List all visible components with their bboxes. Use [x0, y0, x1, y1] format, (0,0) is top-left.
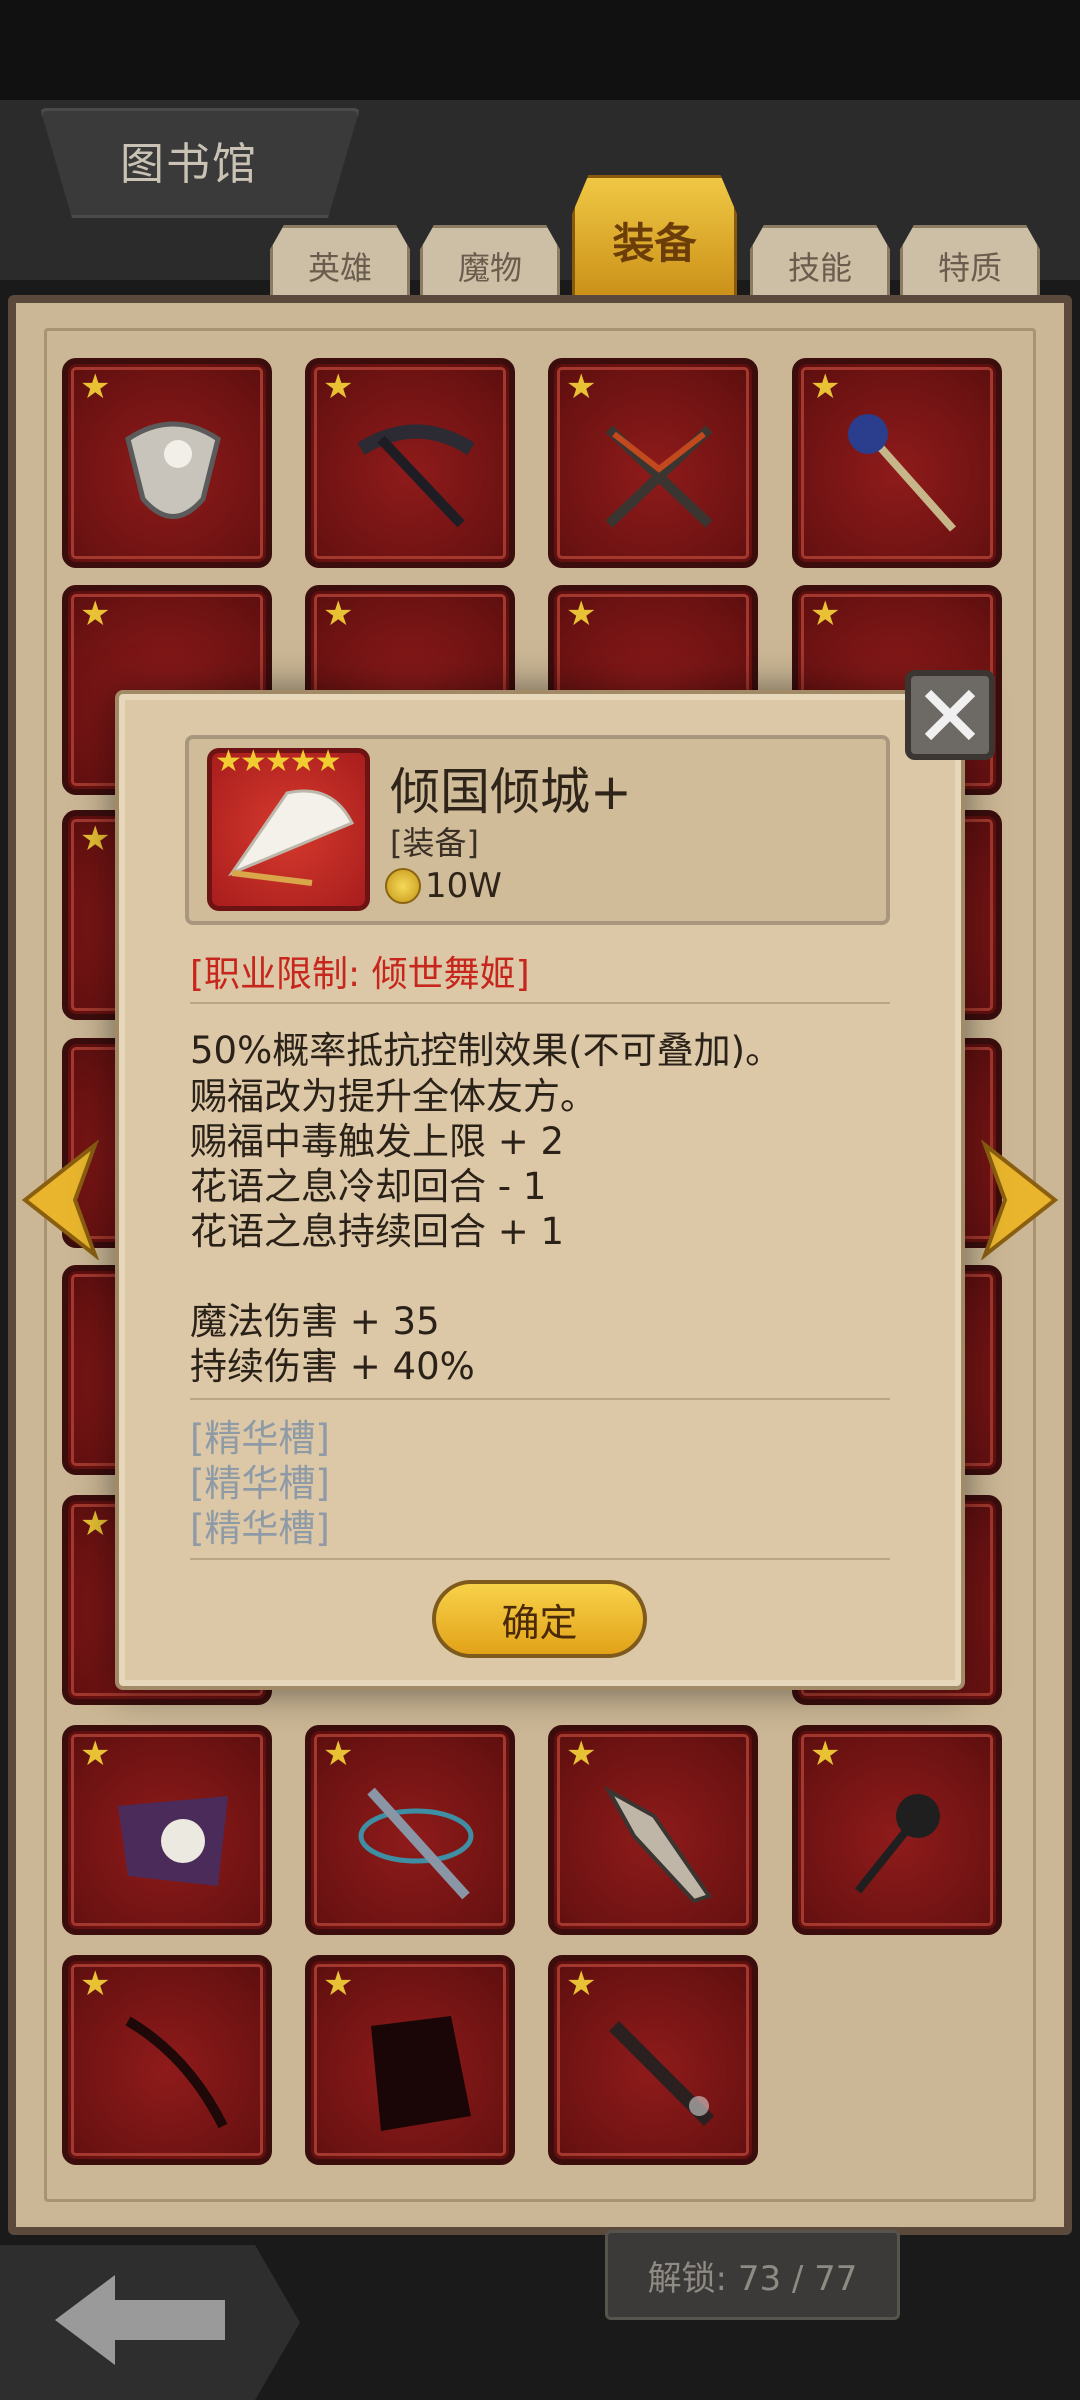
divider: [190, 1398, 890, 1400]
previous-arrow-icon[interactable]: [15, 1140, 105, 1260]
equipment-slot[interactable]: ★: [305, 1955, 515, 2165]
close-icon: [924, 689, 976, 741]
star-icon: ★: [810, 367, 841, 407]
equipment-slot[interactable]: ★: [792, 358, 1002, 568]
equipment-slot[interactable]: ★: [305, 358, 515, 568]
status-bar: [0, 0, 1080, 100]
item-type: [装备]: [390, 824, 479, 862]
star-icon: ★: [80, 1734, 111, 1774]
equipment-slot[interactable]: ★: [792, 1725, 1002, 1935]
equipment-slot[interactable]: ★: [548, 1955, 758, 2165]
bow-silhouette-icon: [125, 2016, 228, 2129]
item-name: 倾国倾城+: [390, 763, 632, 821]
sword-silhouette-icon: [609, 2021, 714, 2126]
star-icon: ★: [80, 594, 111, 634]
confirm-button[interactable]: 确定: [432, 1580, 647, 1658]
star-icon: ★: [566, 367, 597, 407]
back-button[interactable]: [0, 2245, 300, 2400]
equipment-slot[interactable]: ★: [305, 1725, 515, 1935]
equipment-slot[interactable]: ★: [548, 1725, 758, 1935]
divider: [190, 1002, 890, 1004]
star-icon: ★: [323, 594, 354, 634]
divider: [190, 1558, 890, 1560]
tab-equipment[interactable]: 装备: [572, 175, 737, 305]
scythe-icon: [358, 1787, 474, 1900]
stat-line: 持续伤害 + 40%: [190, 1345, 475, 1388]
drill-lance-icon: [603, 1785, 713, 1904]
star-icon: ★: [566, 1734, 597, 1774]
star-icon: ★: [323, 1964, 354, 2004]
star-icon: ★: [80, 367, 111, 407]
shield-icon: [125, 421, 221, 519]
description-line: 花语之息持续回合 + 1: [190, 1210, 565, 1253]
class-restriction: [职业限制: 倾世舞姬]: [190, 954, 530, 995]
staff-icon: [848, 414, 956, 532]
star-icon: ★: [80, 1504, 111, 1544]
equipment-slot[interactable]: ★: [62, 1955, 272, 2165]
crossbow-icon: [357, 424, 475, 528]
equipment-slot[interactable]: ★: [548, 358, 758, 568]
dark-staff-icon: [854, 1794, 940, 1894]
equipment-slot[interactable]: ★: [62, 358, 272, 568]
star-icon: ★: [810, 594, 841, 634]
page-title: 图书馆: [120, 139, 258, 190]
next-arrow-icon[interactable]: [975, 1140, 1065, 1260]
back-arrow-icon: [55, 2275, 225, 2365]
armor-silhouette-icon: [371, 2016, 471, 2131]
star-icon: ★: [323, 367, 354, 407]
skull-banner-icon: [118, 1796, 228, 1886]
close-button[interactable]: [905, 670, 995, 760]
item-price: 10W: [425, 866, 502, 906]
star-icon: ★: [80, 1964, 111, 2004]
crossed-daggers-icon: [605, 425, 713, 528]
star-icon: ★: [810, 1734, 841, 1774]
rarity-stars: ★★★★★: [215, 744, 341, 779]
star-icon: ★: [323, 1734, 354, 1774]
equipment-slot[interactable]: ★: [62, 1725, 272, 1935]
unlock-counter: 解锁: 73 / 77: [605, 2230, 900, 2320]
star-icon: ★: [566, 594, 597, 634]
coin-icon: [385, 868, 421, 904]
star-icon: ★: [566, 1964, 597, 2004]
essence-slot: [精华槽]: [190, 1507, 330, 1550]
star-icon: ★: [80, 819, 111, 859]
